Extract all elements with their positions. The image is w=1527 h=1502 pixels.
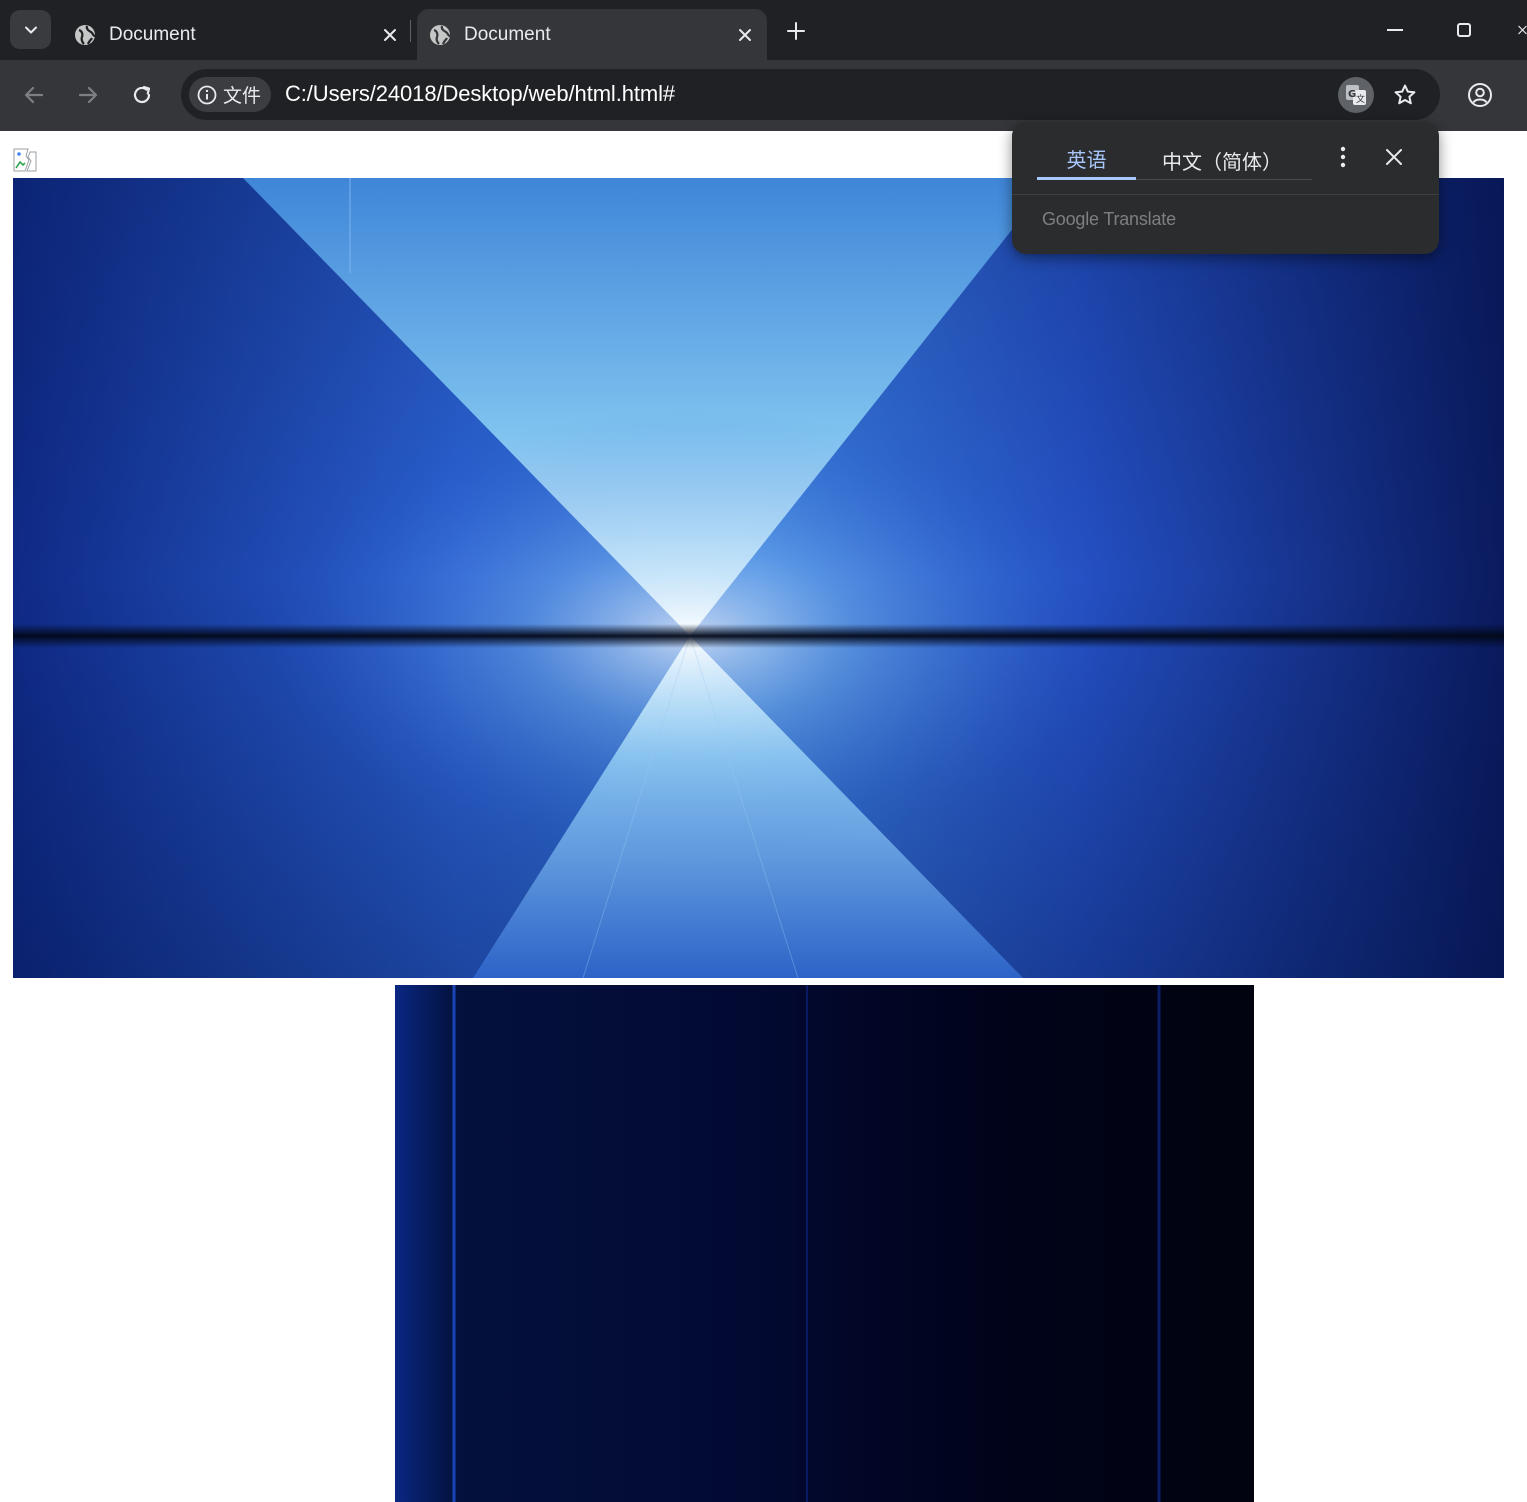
arrow-right-icon [78,86,98,104]
google-translate-brand: Google Translate [1042,209,1176,229]
reload-icon [133,85,151,104]
page-content [0,131,1527,1502]
globe-icon [74,24,96,46]
minimize-button[interactable] [1375,10,1415,50]
arrow-left-icon [24,86,44,104]
divider [1012,194,1439,195]
site-info-chip[interactable]: 文件 [189,77,271,112]
tab-title: Document [464,23,551,45]
svg-text:文: 文 [1356,93,1365,105]
account-icon [1468,83,1492,107]
broken-image-icon [13,148,37,172]
svg-text:G: G [1348,89,1356,100]
forward-button[interactable] [69,76,107,114]
bubble-close-button[interactable] [1379,142,1409,172]
tab-document-2[interactable]: Document [417,9,767,60]
language-tabs: 英语 中文（简体） [1037,140,1312,180]
profile-button[interactable] [1461,76,1499,114]
new-tab-button[interactable] [781,16,811,46]
translate-icon: G 文 [1346,85,1366,105]
bookmark-button[interactable] [1387,77,1423,113]
url-text[interactable]: C:/Users/24018/Desktop/web/html.html# [285,81,675,107]
tab-document-1[interactable]: Document [62,9,412,60]
star-icon [1394,84,1416,105]
maximize-button[interactable] [1444,10,1484,50]
more-options-button[interactable] [1330,142,1356,172]
tab-search-button[interactable] [10,10,51,49]
close-icon[interactable] [376,21,404,49]
close-icon[interactable] [731,21,759,49]
chevron-down-icon [24,26,37,33]
close-icon [1386,149,1402,165]
info-icon [197,85,217,105]
tab-title: Document [109,23,196,45]
back-button[interactable] [15,76,53,114]
address-bar[interactable]: 文件 C:/Users/24018/Desktop/web/html.html#… [181,69,1440,120]
browser-toolbar: 文件 C:/Users/24018/Desktop/web/html.html#… [0,60,1527,131]
window-close-button[interactable] [1510,10,1527,50]
translate-bubble: 英语 中文（简体） Google Translate [1012,122,1439,254]
translate-button[interactable]: G 文 [1338,77,1374,113]
tab-separator [410,20,411,42]
tab-strip: Document Document [0,0,1527,60]
plus-icon [787,22,805,40]
maximize-icon [1457,23,1471,37]
more-vert-icon [1340,146,1346,168]
secondary-image [395,985,1254,1502]
minimize-icon [1387,29,1403,31]
tab-source-language[interactable]: 英语 [1037,140,1136,180]
site-chip-label: 文件 [223,86,262,107]
tab-target-language[interactable]: 中文（简体） [1157,140,1287,180]
reload-button[interactable] [123,76,161,114]
hero-image [13,178,1504,978]
close-icon [1518,25,1527,35]
globe-icon [429,24,451,46]
